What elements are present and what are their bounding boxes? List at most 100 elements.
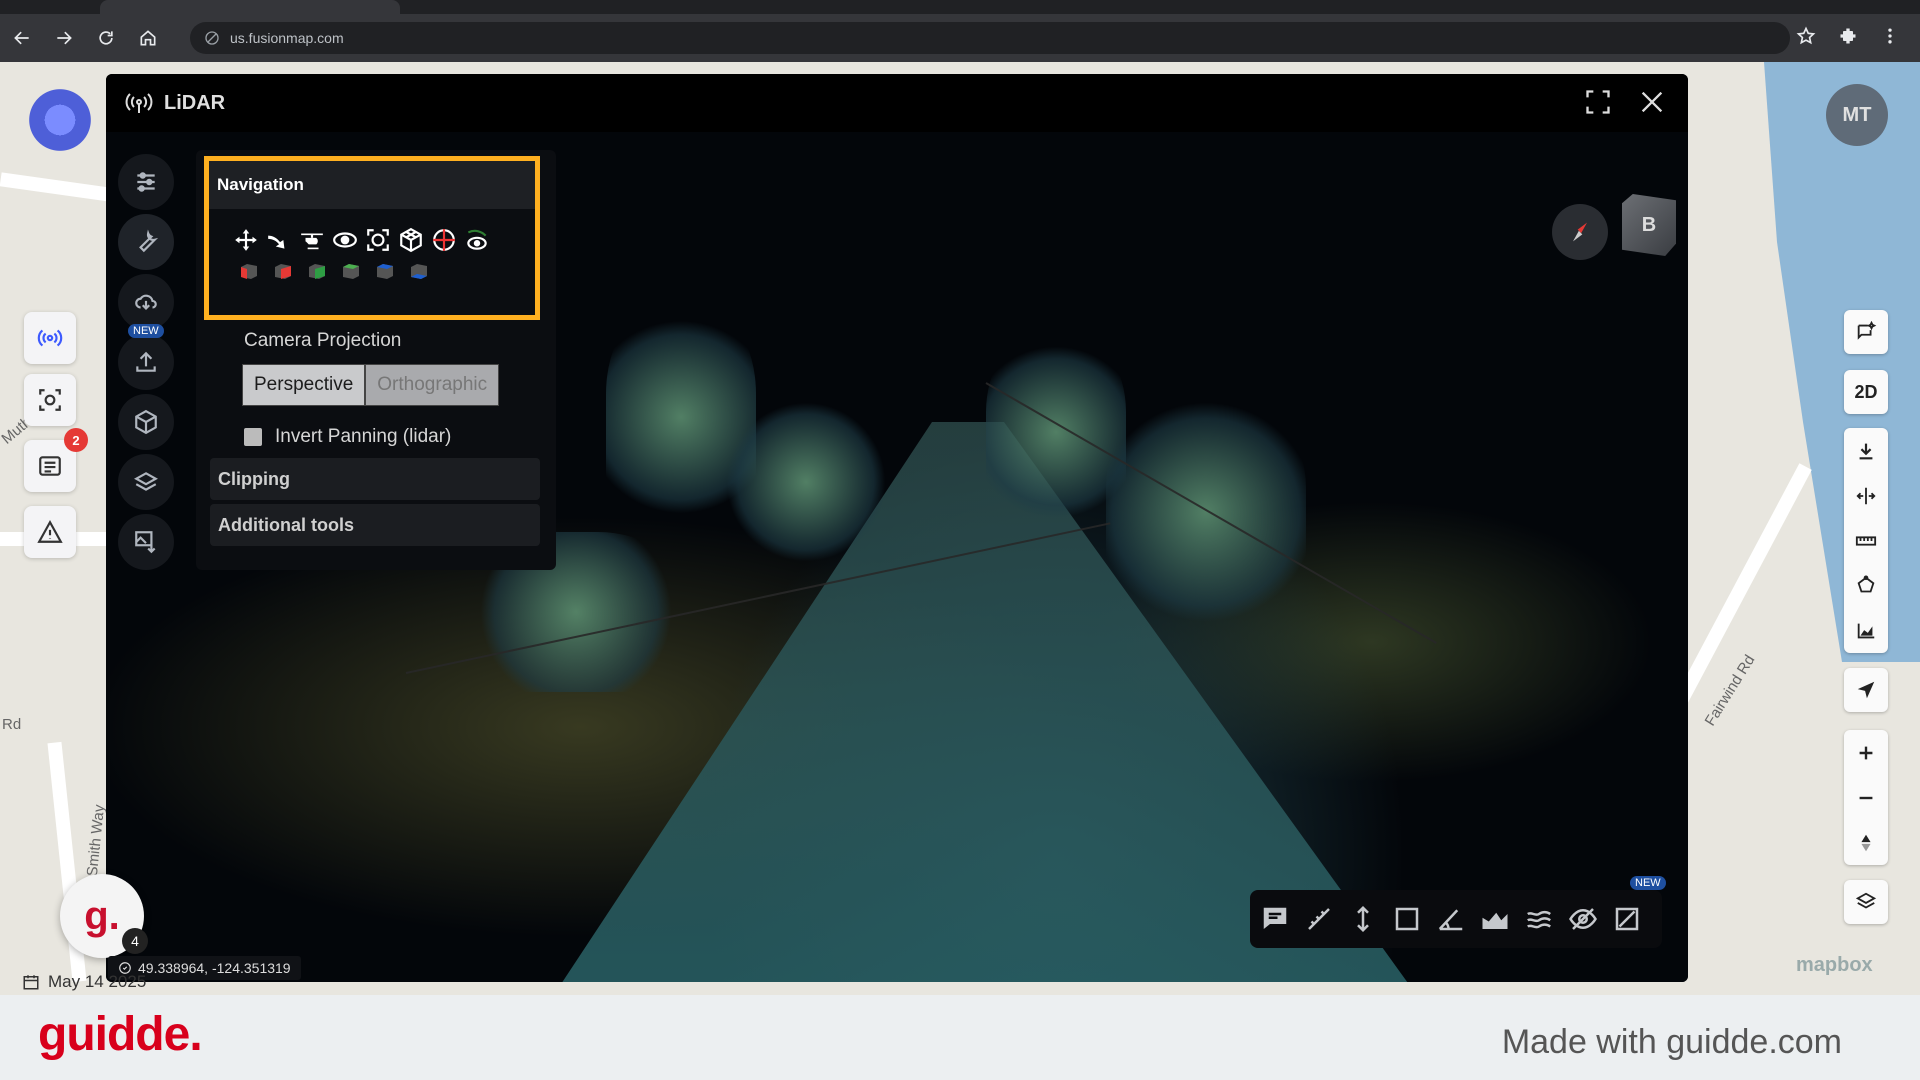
download-button[interactable] bbox=[1844, 428, 1888, 473]
view-bottom-icon[interactable] bbox=[409, 261, 429, 281]
zoom-in-button[interactable] bbox=[1844, 730, 1888, 775]
new-badge: NEW bbox=[128, 324, 164, 338]
invert-panning-row[interactable]: Invert Panning (lidar) bbox=[244, 426, 451, 448]
calendar-icon bbox=[23, 975, 39, 990]
draw-shape-button[interactable] bbox=[1844, 563, 1888, 608]
distance-icon[interactable] bbox=[1304, 904, 1334, 934]
view-right-icon[interactable] bbox=[307, 261, 327, 281]
ruler-button[interactable] bbox=[1844, 518, 1888, 563]
reload-icon[interactable] bbox=[86, 18, 126, 58]
app-logo[interactable] bbox=[24, 84, 96, 156]
plus-icon bbox=[1859, 746, 1873, 759]
alerts-rail-button[interactable] bbox=[24, 506, 76, 558]
image-export-tool[interactable] bbox=[118, 514, 174, 570]
coordinates-text: 49.338964, -124.351319 bbox=[138, 960, 291, 976]
model-tool[interactable] bbox=[118, 394, 174, 450]
layers-icon bbox=[134, 472, 158, 491]
layers-button[interactable] bbox=[1844, 880, 1888, 924]
area-icon[interactable] bbox=[1392, 904, 1422, 934]
cloud-download-tool[interactable] bbox=[118, 274, 174, 330]
volume-icon[interactable] bbox=[1524, 904, 1554, 934]
view-top-icon[interactable] bbox=[375, 261, 395, 281]
date-selector[interactable]: May 14 2025 bbox=[22, 972, 146, 992]
guidde-step-count: 4 bbox=[122, 928, 148, 954]
fullscreen-icon[interactable] bbox=[1584, 88, 1612, 116]
locate-button[interactable] bbox=[1844, 668, 1888, 712]
split-view-button[interactable] bbox=[1844, 473, 1888, 518]
additional-tools-section[interactable]: Additional tools bbox=[210, 504, 540, 546]
zoom-out-button[interactable] bbox=[1844, 775, 1888, 820]
guidde-footer: guidde. Made with guidde.com bbox=[0, 995, 1920, 1080]
close-icon[interactable] bbox=[1638, 88, 1666, 116]
view-front-icon[interactable] bbox=[273, 261, 293, 281]
perspective-option[interactable]: Perspective bbox=[242, 364, 366, 406]
back-icon[interactable] bbox=[2, 18, 42, 58]
lidar-header: LiDAR bbox=[106, 74, 1688, 132]
pan-icon[interactable] bbox=[233, 227, 259, 253]
address-bar[interactable]: us.fusionmap.com bbox=[190, 22, 1790, 54]
hide-measurements-icon[interactable] bbox=[1568, 904, 1598, 934]
compass-needle-icon bbox=[1573, 222, 1587, 242]
point-cloud-tree bbox=[726, 402, 886, 562]
earth-control-icon[interactable] bbox=[431, 227, 457, 253]
image-download-icon bbox=[135, 531, 156, 554]
height-icon[interactable] bbox=[1348, 904, 1378, 934]
fly-icon[interactable] bbox=[266, 227, 292, 253]
measure-toolbar bbox=[1250, 890, 1662, 948]
minus-icon bbox=[1859, 796, 1873, 799]
layers-tool[interactable] bbox=[118, 454, 174, 510]
view-back-icon[interactable] bbox=[341, 261, 361, 281]
lidar-rail-button[interactable] bbox=[24, 312, 76, 364]
view-mode-2d-button[interactable]: 2D bbox=[1844, 370, 1888, 414]
ai-assist-button[interactable] bbox=[1844, 310, 1888, 354]
orbit-icon[interactable] bbox=[332, 227, 358, 253]
view-left-icon[interactable] bbox=[239, 261, 259, 281]
upload-tool[interactable]: NEW bbox=[118, 324, 174, 390]
scan-rail-button[interactable] bbox=[24, 374, 76, 426]
navigation-arrow-icon bbox=[1857, 681, 1875, 699]
north-arrow-icon bbox=[1861, 834, 1871, 851]
profile-icon[interactable] bbox=[1480, 904, 1510, 934]
message-list-icon bbox=[39, 456, 61, 476]
map-tools-group bbox=[1844, 428, 1888, 653]
split-horizontal-icon bbox=[1856, 487, 1876, 504]
point-cloud-tree bbox=[1106, 392, 1306, 632]
extensions-icon[interactable] bbox=[1838, 26, 1858, 46]
camera-projection-label: Camera Projection bbox=[244, 330, 402, 351]
tools-panel: Navigation Camera Projection Perspective… bbox=[196, 150, 556, 570]
look-icon[interactable] bbox=[464, 227, 490, 253]
annotation-icon[interactable] bbox=[1260, 904, 1290, 934]
bookmark-star-icon[interactable] bbox=[1796, 26, 1816, 46]
invert-panning-checkbox[interactable] bbox=[244, 428, 262, 446]
new-badge: NEW bbox=[1630, 876, 1666, 890]
new-measure-tool-icon[interactable] bbox=[1612, 904, 1642, 934]
warning-icon bbox=[37, 520, 63, 543]
mapbox-attribution[interactable]: mapbox bbox=[1796, 954, 1873, 977]
browser-menu-icon[interactable] bbox=[1880, 26, 1900, 46]
orthographic-option[interactable]: Orthographic bbox=[365, 364, 500, 406]
site-info-icon[interactable] bbox=[204, 30, 220, 46]
focus-icon[interactable] bbox=[365, 227, 391, 253]
helicopter-icon[interactable] bbox=[299, 227, 325, 253]
polygon-draw-icon bbox=[1857, 574, 1875, 592]
settings-tool[interactable] bbox=[118, 154, 174, 210]
map-label-rd: Rd bbox=[2, 716, 22, 733]
elevation-profile-button[interactable] bbox=[1844, 608, 1888, 653]
angle-icon[interactable] bbox=[1436, 904, 1466, 934]
reset-north-button[interactable] bbox=[1844, 820, 1888, 865]
view-cube[interactable]: B bbox=[1622, 194, 1676, 256]
tools-wrench[interactable] bbox=[118, 214, 174, 270]
browser-toolbar: us.fusionmap.com bbox=[0, 14, 1920, 62]
compass-button[interactable] bbox=[1552, 204, 1608, 260]
upload-icon bbox=[136, 351, 156, 372]
clipping-section[interactable]: Clipping bbox=[210, 458, 540, 500]
made-with-text: Made with guidde.com bbox=[1501, 1023, 1842, 1061]
user-avatar[interactable]: MT bbox=[1826, 84, 1888, 146]
projection-toggle: Perspective Orthographic bbox=[242, 364, 500, 406]
forward-icon[interactable] bbox=[44, 18, 84, 58]
cube-icon bbox=[135, 409, 157, 435]
cube-view-icon[interactable] bbox=[398, 227, 424, 253]
messages-count-badge: 2 bbox=[64, 428, 88, 452]
home-icon[interactable] bbox=[128, 18, 168, 58]
browser-tab[interactable] bbox=[100, 0, 400, 14]
